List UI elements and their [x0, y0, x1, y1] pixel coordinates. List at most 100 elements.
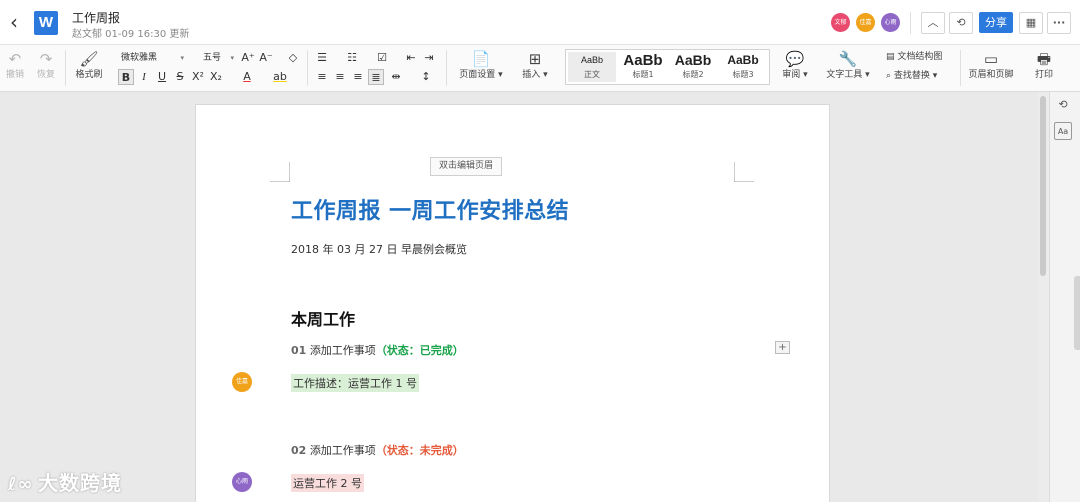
checklist-icon[interactable]: ☑: [374, 50, 390, 66]
item-number: 02: [291, 444, 307, 457]
printer-icon: 🖶: [1036, 50, 1052, 68]
clear-format-icon[interactable]: ◇: [285, 50, 301, 66]
style-label: 标题3: [732, 70, 754, 79]
align-right-icon[interactable]: ≡: [350, 69, 366, 85]
section-heading[interactable]: 本周工作: [291, 306, 355, 330]
numbered-list-icon[interactable]: ☷: [344, 50, 360, 66]
insert-label: 插入 ▾: [522, 70, 548, 80]
redo-icon: ↷: [39, 50, 53, 68]
bold-icon[interactable]: B: [118, 69, 134, 85]
watermark: ℓ∞ 大数跨境: [8, 467, 122, 496]
item-detail[interactable]: 运营工作 2 号: [291, 474, 364, 492]
style-heading-1[interactable]: AaBb 标题1: [619, 52, 667, 82]
font-size-select[interactable]: 五号 ▾: [199, 50, 237, 67]
find-replace-label: 查找替换: [893, 71, 930, 81]
collaborator-cursor-avatar[interactable]: 佳嘉: [232, 372, 252, 392]
style-label: 标题1: [632, 70, 654, 79]
page-setup-label: 页面设置 ▾: [459, 70, 503, 80]
align-center-icon[interactable]: ≡: [332, 69, 348, 85]
style-sample: AaBb: [674, 52, 712, 68]
style-sample: AaBb: [580, 55, 604, 65]
line-spacing-icon[interactable]: ↕: [418, 69, 434, 85]
watermark-logo-icon: ℓ∞: [8, 474, 34, 495]
format-painter-label: 格式刷: [75, 70, 103, 80]
history-icon[interactable]: ⟲: [949, 12, 973, 34]
undo-icon: ↶: [8, 50, 22, 68]
history-icon[interactable]: ⟲: [1054, 96, 1072, 114]
decrease-font-icon[interactable]: A⁻: [258, 50, 274, 66]
item-text: 添加工作事项: [309, 444, 376, 457]
page-setup-button[interactable]: 📄 页面设置 ▾: [455, 49, 507, 81]
superscript-icon[interactable]: X²: [190, 69, 206, 85]
text-tools-label: 文字工具 ▾: [826, 70, 870, 80]
align-left-icon[interactable]: ≡: [314, 69, 330, 85]
header-footer-icon: ▭: [983, 50, 999, 68]
style-label: 正文: [584, 70, 600, 79]
strikethrough-icon[interactable]: S: [172, 69, 188, 85]
margin-corner-mark: [734, 162, 754, 182]
decrease-indent-icon[interactable]: ⇤: [403, 50, 419, 66]
title-bar: ‹ W 工作周报 赵文郁 01-09 16:30 更新 文郁 佳嘉 心雨 ︿ ⟲…: [0, 0, 1080, 45]
find-replace-button[interactable]: ⌕ 查找替换 ▾: [886, 68, 956, 84]
review-button[interactable]: 💬 审阅 ▾: [778, 49, 812, 81]
distributed-align-icon[interactable]: ⇹: [388, 69, 404, 85]
print-button[interactable]: 🖶 打印: [1030, 49, 1058, 81]
collaborator-avatar[interactable]: 佳嘉: [856, 13, 875, 32]
collaborator-cursor-avatar[interactable]: 心雨: [232, 472, 252, 492]
redo-label: 恢复: [36, 70, 55, 80]
highlight-color-icon[interactable]: ab: [272, 69, 288, 85]
review-text: 审阅: [782, 70, 801, 80]
chevron-down-icon: ▾: [180, 54, 184, 62]
collaborator-avatar[interactable]: 文郁: [831, 13, 850, 32]
divider: [910, 12, 911, 34]
panel-toggle-handle[interactable]: [1074, 276, 1080, 350]
document-title[interactable]: 工作周报: [72, 9, 120, 26]
divider: [65, 50, 66, 86]
qr-code-icon[interactable]: ▦: [1019, 12, 1043, 34]
format-painter-button[interactable]: 🖌 格式刷: [72, 49, 106, 81]
redo-button[interactable]: ↷ 恢复: [34, 49, 58, 81]
text-tools-button[interactable]: 🔧 文字工具 ▾: [822, 49, 874, 81]
collaborator-avatar[interactable]: 心雨: [881, 13, 900, 32]
style-gallery: AaBb 正文 AaBb 标题1 AaBb 标题2 AaBb 标题3: [565, 49, 770, 85]
justify-icon[interactable]: ≣: [368, 69, 384, 85]
style-sample: AaBb: [623, 52, 663, 69]
text-style-icon[interactable]: Aa: [1054, 122, 1072, 140]
collapse-chevron-up-icon[interactable]: ︿: [921, 12, 945, 34]
increase-font-icon[interactable]: A⁺: [240, 50, 256, 66]
document-heading[interactable]: 工作周报 一周工作安排总结: [291, 193, 569, 225]
font-family-value: 微软雅黑: [121, 53, 158, 63]
undo-button[interactable]: ↶ 撤销: [4, 49, 26, 81]
work-item-line[interactable]: 02 添加工作事项（状态：未完成）: [291, 442, 464, 458]
increase-indent-icon[interactable]: ⇥: [421, 50, 437, 66]
item-detail[interactable]: 工作描述：运营工作 1 号: [291, 374, 419, 392]
subscript-icon[interactable]: X₂: [208, 69, 224, 85]
more-options-icon[interactable]: ···: [1047, 12, 1071, 34]
item-status: （状态：已完成）: [375, 344, 464, 357]
font-family-select[interactable]: 微软雅黑 ▾: [117, 50, 187, 67]
wrench-icon: 🔧: [838, 50, 858, 68]
add-block-icon[interactable]: +: [775, 341, 790, 354]
style-heading-3[interactable]: AaBb 标题3: [719, 52, 767, 82]
scrollbar-thumb[interactable]: [1040, 96, 1046, 276]
page-setup-icon: 📄: [471, 50, 491, 68]
italic-icon[interactable]: I: [136, 69, 152, 85]
underline-icon[interactable]: U: [154, 69, 170, 85]
item-text: 添加工作事项: [309, 344, 376, 357]
edit-header-hint[interactable]: 双击编辑页眉: [430, 157, 502, 176]
style-heading-2[interactable]: AaBb 标题2: [669, 52, 717, 82]
margin-corner-mark: [270, 162, 290, 182]
back-chevron-icon[interactable]: ‹: [4, 10, 24, 34]
bullet-list-icon[interactable]: ☰: [314, 50, 330, 66]
doc-map-row: ▤ 文档结构图: [886, 49, 956, 65]
style-normal[interactable]: AaBb 正文: [568, 52, 616, 82]
item-number: 01: [291, 344, 307, 357]
doc-map-button[interactable]: ▤ 文档结构图: [886, 49, 956, 65]
font-color-icon[interactable]: A: [239, 69, 255, 85]
header-footer-button[interactable]: ▭ 页眉和页脚: [965, 49, 1017, 81]
doc-map-label: 文档结构图: [897, 52, 943, 62]
document-dateline[interactable]: 2018 年 03 月 27 日 早晨例会概览: [291, 241, 467, 257]
insert-button[interactable]: ⊞ 插入 ▾: [518, 49, 552, 81]
share-button[interactable]: 分享: [979, 12, 1013, 33]
work-item-line[interactable]: 01 添加工作事项（状态：已完成）: [291, 342, 464, 358]
